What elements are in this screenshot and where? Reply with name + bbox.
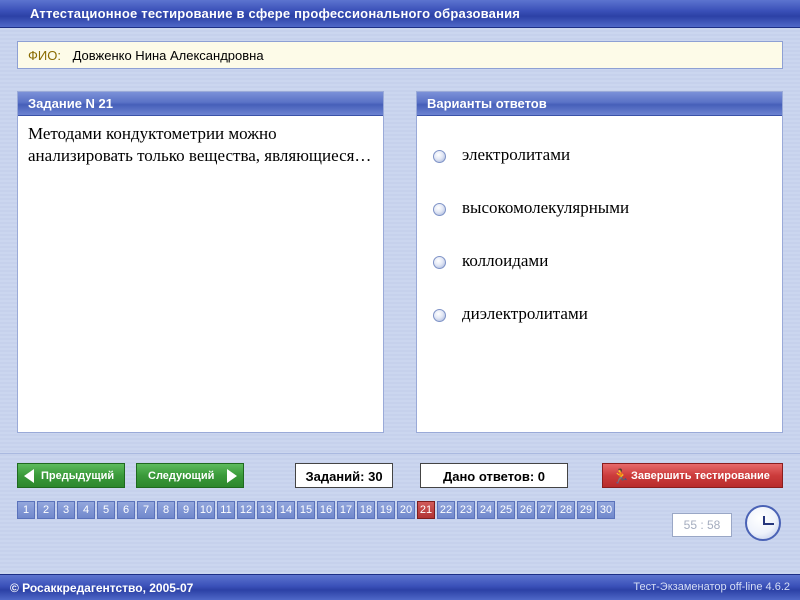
page-button-8[interactable]: 8 (157, 501, 175, 519)
copyright-text: © Росаккредагентство, 2005-07 (10, 581, 194, 595)
page-button-24[interactable]: 24 (477, 501, 495, 519)
page-button-19[interactable]: 19 (377, 501, 395, 519)
radio-button-icon[interactable] (433, 203, 446, 216)
page-button-3[interactable]: 3 (57, 501, 75, 519)
answer-option-4[interactable]: диэлектролитами (433, 304, 763, 326)
page-button-13[interactable]: 13 (257, 501, 275, 519)
task-header: Задание N 21 (18, 92, 383, 116)
page-button-21[interactable]: 21 (417, 501, 435, 519)
page-button-28[interactable]: 28 (557, 501, 575, 519)
previous-button-label: Предыдущий (41, 470, 115, 482)
next-button[interactable]: Следующий (136, 463, 244, 488)
next-button-label: Следующий (148, 470, 215, 482)
page-button-23[interactable]: 23 (457, 501, 475, 519)
page-button-26[interactable]: 26 (517, 501, 535, 519)
window-title: Аттестационное тестирование в сфере проф… (30, 6, 521, 21)
page-button-27[interactable]: 27 (537, 501, 555, 519)
page-button-4[interactable]: 4 (77, 501, 95, 519)
answer-label[interactable]: высокомолекулярными (462, 198, 629, 218)
fio-bar: ФИО: Довженко Нина Александровна (17, 41, 783, 69)
tasks-counter: Заданий: 30 (295, 463, 393, 488)
page-button-12[interactable]: 12 (237, 501, 255, 519)
timer-display: 55 : 58 (672, 513, 732, 537)
page-button-16[interactable]: 16 (317, 501, 335, 519)
running-man-icon: 🏃 (612, 468, 630, 484)
page-button-15[interactable]: 15 (297, 501, 315, 519)
previous-button[interactable]: Предыдущий (17, 463, 125, 488)
fio-label: ФИО: (28, 48, 61, 63)
answer-label[interactable]: электролитами (462, 145, 570, 165)
answer-option-1[interactable]: электролитами (433, 145, 763, 167)
page-button-30[interactable]: 30 (597, 501, 615, 519)
page-button-18[interactable]: 18 (357, 501, 375, 519)
answer-label[interactable]: диэлектролитами (462, 304, 588, 324)
page-button-1[interactable]: 1 (17, 501, 35, 519)
page-button-6[interactable]: 6 (117, 501, 135, 519)
answers-counter: Дано ответов: 0 (420, 463, 568, 488)
page-button-11[interactable]: 11 (217, 501, 235, 519)
answers-panel: Варианты ответов электролитами высокомол… (416, 91, 783, 433)
title-bar: Аттестационное тестирование в сфере проф… (0, 0, 800, 28)
clock-minute-hand (763, 523, 774, 525)
page-button-9[interactable]: 9 (177, 501, 195, 519)
answers-header: Варианты ответов (417, 92, 782, 116)
arrow-right-icon (227, 469, 237, 483)
version-text: Тест-Экзаменатор off-line 4.6.2 (633, 581, 790, 593)
radio-button-icon[interactable] (433, 150, 446, 163)
radio-button-icon[interactable] (433, 256, 446, 269)
page-button-5[interactable]: 5 (97, 501, 115, 519)
answer-option-3[interactable]: коллоидами (433, 251, 763, 273)
answer-option-2[interactable]: высокомолекулярными (433, 198, 763, 220)
page-button-7[interactable]: 7 (137, 501, 155, 519)
page-button-29[interactable]: 29 (577, 501, 595, 519)
radio-button-icon[interactable] (433, 309, 446, 322)
question-text: Методами кондуктометрии можно анализиров… (28, 124, 372, 165)
task-panel: Задание N 21 Методами кондуктометрии мож… (17, 91, 384, 433)
footer-bar: © Росаккредагентство, 2005-07 Тест-Экзам… (0, 574, 800, 600)
answer-label[interactable]: коллоидами (462, 251, 548, 271)
page-button-2[interactable]: 2 (37, 501, 55, 519)
fio-value: Довженко Нина Александровна (72, 48, 264, 63)
page-button-10[interactable]: 10 (197, 501, 215, 519)
page-button-14[interactable]: 14 (277, 501, 295, 519)
clock-icon (745, 505, 781, 541)
page-button-22[interactable]: 22 (437, 501, 455, 519)
arrow-left-icon (24, 469, 34, 483)
page-button-17[interactable]: 17 (337, 501, 355, 519)
page-button-20[interactable]: 20 (397, 501, 415, 519)
finish-test-button[interactable]: 🏃 Завершить тестирование (602, 463, 783, 488)
page-button-25[interactable]: 25 (497, 501, 515, 519)
divider (0, 453, 800, 454)
finish-button-label: Завершить тестирование (631, 470, 770, 482)
